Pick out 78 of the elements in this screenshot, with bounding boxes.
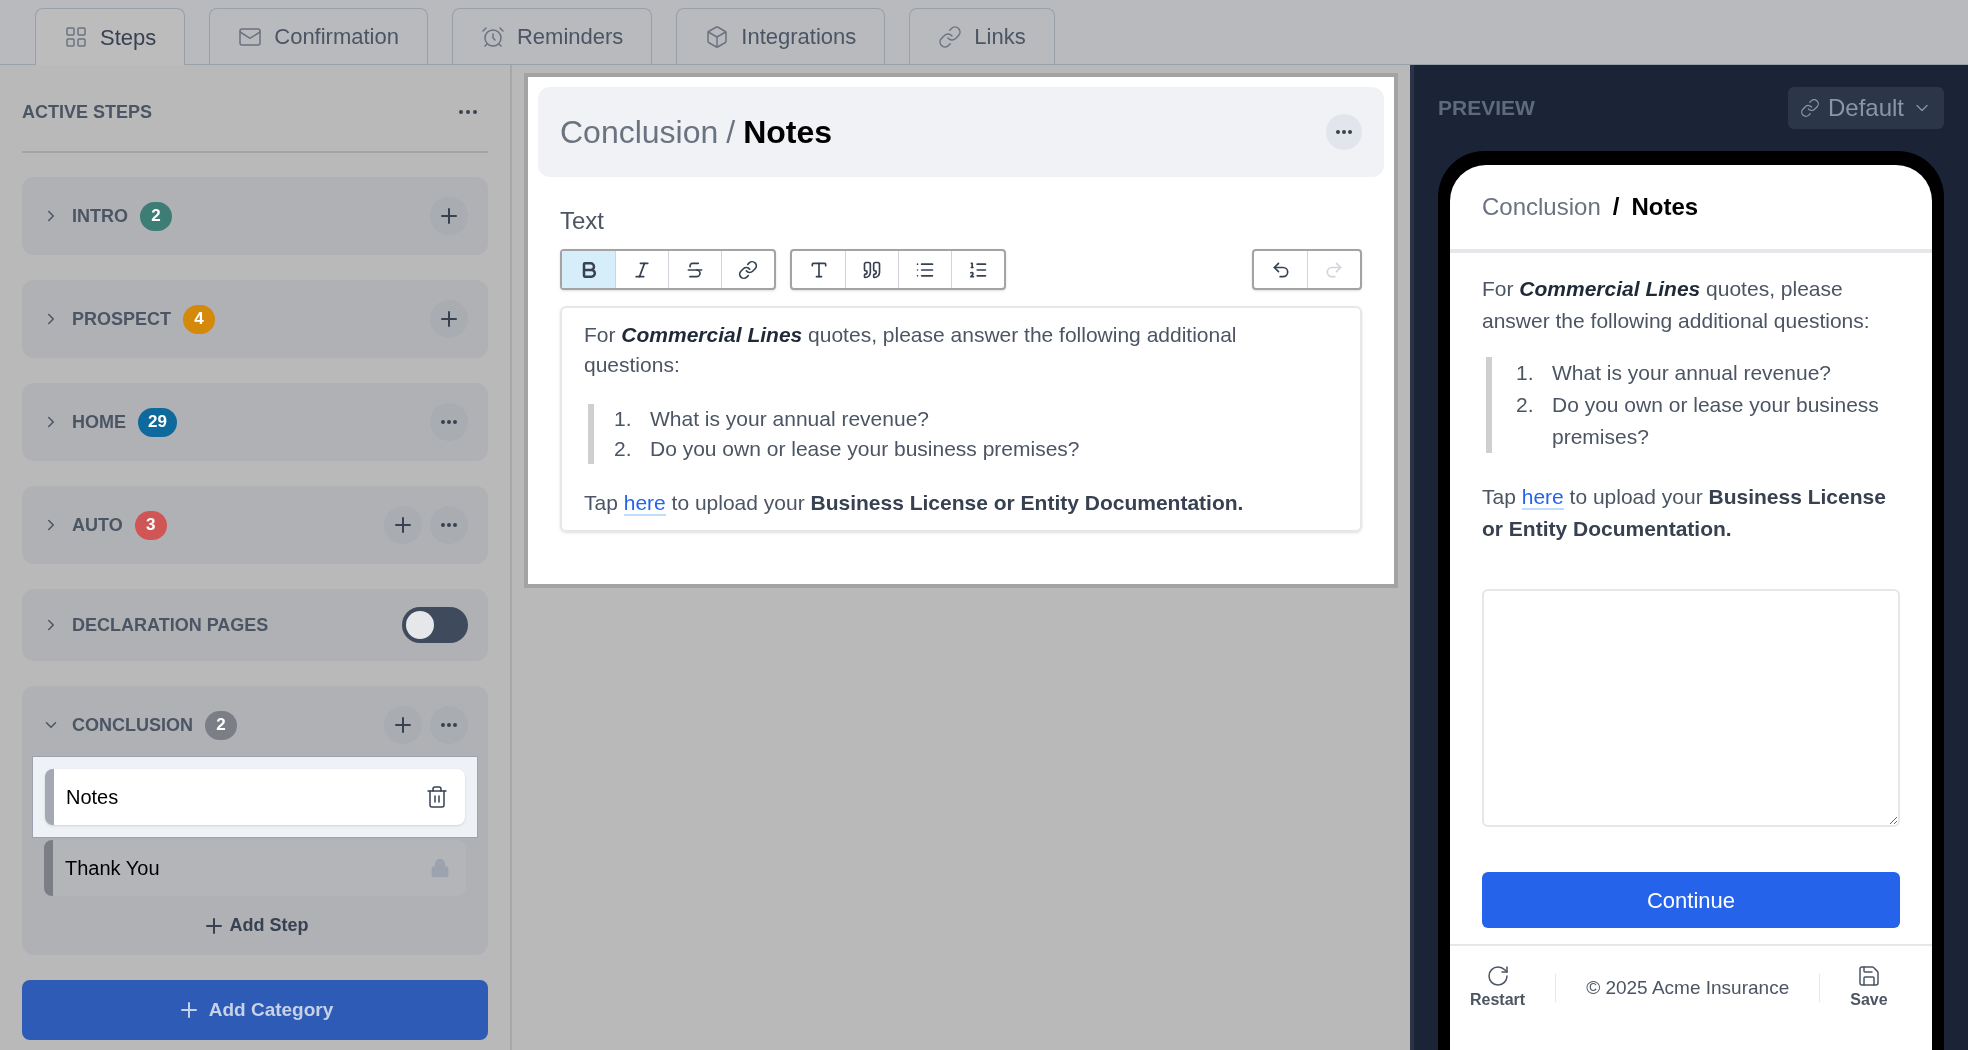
restart-icon (1485, 964, 1510, 988)
list-number: 1. (1516, 360, 1535, 386)
quote-icon (862, 259, 882, 280)
breadcrumb-separator: / (1612, 192, 1620, 222)
upload-link[interactable]: here (1521, 485, 1564, 510)
step-name: Thank You (65, 856, 160, 881)
tab[interactable]: Reminders (452, 8, 653, 64)
more-button[interactable] (430, 706, 468, 744)
more-button[interactable] (1326, 114, 1362, 150)
rich-text-editor[interactable] (560, 306, 1362, 532)
section-title: ACTIVE STEPS (22, 100, 153, 124)
field-label: Text (560, 206, 605, 236)
italic-icon (632, 259, 652, 280)
count-badge: 3 (134, 510, 167, 540)
grid-icon (64, 25, 88, 49)
copyright-text: © 2025 Acme Insurance (1586, 975, 1790, 1000)
category-name: CONCLUSION (72, 713, 193, 737)
question-text: What is your annual revenue? (1552, 360, 1831, 386)
more-icon (1336, 130, 1352, 134)
upload-instruction: Tap here to upload your Business License or Entity Documentation. (584, 490, 1245, 518)
breadcrumb-separator: / (726, 113, 736, 152)
strikethrough-icon (685, 259, 705, 280)
breadcrumb-parent: Conclusion (1482, 192, 1601, 222)
cube-icon (705, 24, 730, 49)
upload-link[interactable]: here (623, 491, 666, 516)
upload-instruction: Tap here to upload your Business License or Entity Documentation. (1482, 484, 1887, 542)
redo-icon (1324, 259, 1344, 280)
more-icon (441, 723, 457, 727)
list-number: 1. (614, 406, 633, 432)
more-icon (441, 523, 457, 527)
breadcrumb-current: Notes (1631, 192, 1699, 222)
intro-paragraph: For Commercial Lines quotes, please answer the following additional questions: (584, 322, 1238, 378)
category-name: DECLARATION PAGES (72, 613, 269, 637)
category-name: AUTO (72, 513, 123, 537)
intro-paragraph: For Commercial Lines quotes, please answer the following additional questions: (1482, 276, 1871, 334)
tab[interactable]: Integrations (676, 8, 886, 64)
more-button[interactable] (430, 506, 468, 544)
breadcrumb-current: Notes (743, 113, 833, 152)
continue-button[interactable]: Continue (1482, 872, 1900, 928)
list-number: 2. (614, 436, 633, 462)
bold-button[interactable] (562, 251, 615, 288)
count-badge: 2 (140, 201, 172, 231)
count-badge: 2 (205, 710, 237, 740)
list-number: 2. (1516, 392, 1535, 418)
restart-button[interactable]: Restart (1470, 964, 1526, 1012)
category-name: PROSPECT (72, 307, 172, 331)
variant-dropdown[interactable]: Default (1787, 87, 1944, 129)
question-text: Do you own or lease your business premises? (650, 436, 1080, 462)
trash-icon[interactable] (425, 785, 449, 809)
question-text: Do you own or lease your business premises? (1552, 392, 1880, 450)
question-text: What is your annual revenue? (650, 406, 929, 432)
add-button[interactable] (384, 506, 422, 544)
tab[interactable]: Confirmation (209, 8, 428, 64)
toggle-switch[interactable] (402, 607, 468, 643)
add-button[interactable] (430, 300, 468, 338)
category-name: INTRO (72, 204, 128, 228)
step-item[interactable]: Thank You (44, 840, 466, 896)
link-icon (738, 259, 758, 280)
more-icon (441, 420, 457, 424)
step-item[interactable]: Notes (45, 769, 465, 825)
category-name: HOME (72, 410, 126, 434)
more-button[interactable] (430, 403, 468, 441)
count-badge: 29 (138, 407, 177, 437)
alarm-clock-icon (481, 24, 505, 49)
breadcrumb-parent: Conclusion (560, 113, 719, 152)
add-step-button[interactable]: Add Step (201, 912, 309, 939)
tab[interactable]: Steps (35, 8, 186, 65)
add-button[interactable] (384, 706, 422, 744)
link-icon (938, 24, 963, 49)
add-button[interactable] (430, 197, 468, 235)
save-button[interactable]: Save (1850, 964, 1888, 1012)
add-category-button[interactable]: Add Category (22, 980, 488, 1040)
step-name: Notes (66, 785, 119, 810)
count-badge: 4 (183, 304, 216, 334)
link-icon (1799, 98, 1820, 118)
undo-icon (1270, 259, 1291, 280)
preview-title: PREVIEW (1438, 95, 1535, 122)
tab[interactable]: Links (909, 8, 1055, 64)
